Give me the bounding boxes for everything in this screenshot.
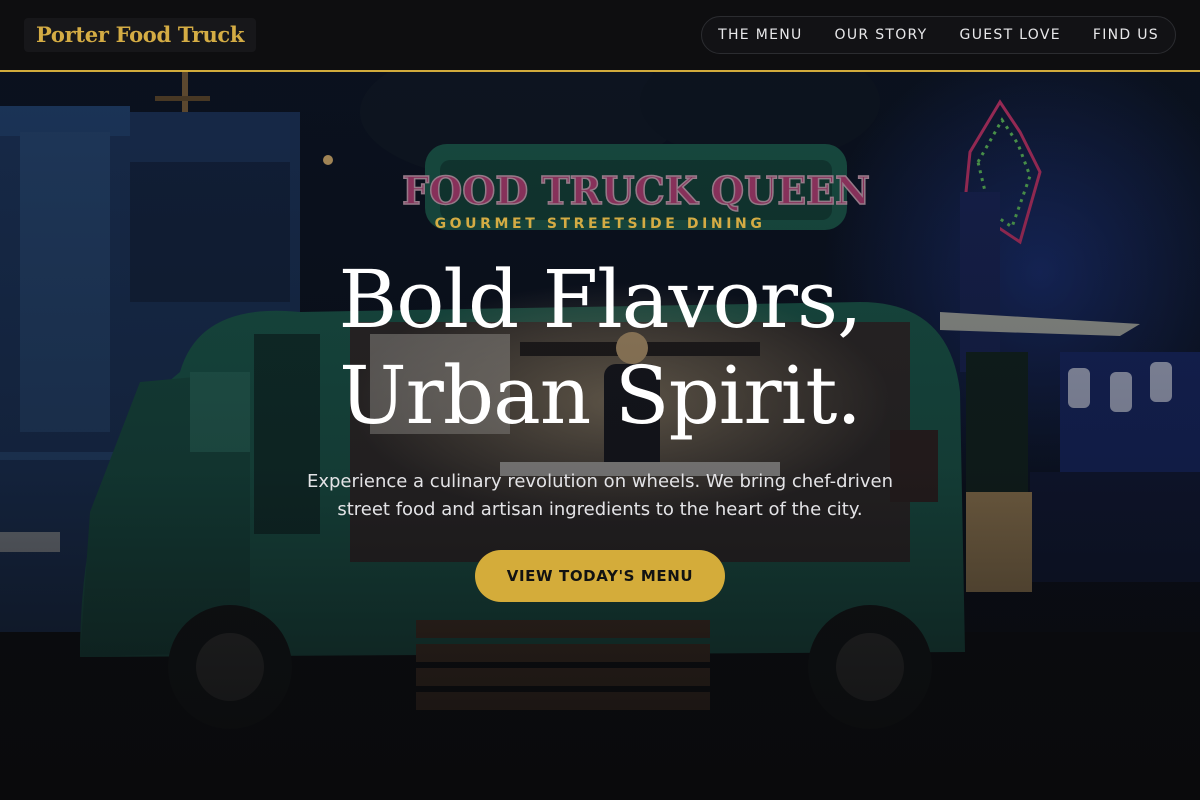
hero-subtitle: Experience a culinary revolution on whee…	[306, 471, 894, 520]
hero-headline-line-1: Bold Flavors,	[338, 253, 862, 346]
hero-section: FOOD TRUCK QUEEN GOURMET STREETSI	[0, 72, 1200, 800]
nav-link-our-story[interactable]: OUR STORY	[835, 27, 928, 43]
site-header: Porter Food Truck THE MENU OUR STORY GUE…	[0, 0, 1200, 72]
nav-link-the-menu[interactable]: THE MENU	[718, 27, 802, 43]
view-menu-button[interactable]: VIEW TODAY'S MENU	[475, 550, 725, 602]
hero-headline: Bold Flavors, Urban Spirit.	[0, 252, 1200, 444]
nav-link-find-us[interactable]: FIND US	[1093, 27, 1159, 43]
hero-eyebrow: GOURMET STREETSIDE DINING	[434, 216, 766, 232]
hero-headline-line-2: Urban Spirit.	[339, 349, 862, 442]
hero-content: GOURMET STREETSIDE DINING Bold Flavors, …	[0, 72, 1200, 800]
nav-link-guest-love[interactable]: GUEST LOVE	[960, 27, 1061, 43]
brand-logo[interactable]: Porter Food Truck	[24, 18, 257, 52]
main-nav: THE MENU OUR STORY GUEST LOVE FIND US	[701, 16, 1176, 54]
